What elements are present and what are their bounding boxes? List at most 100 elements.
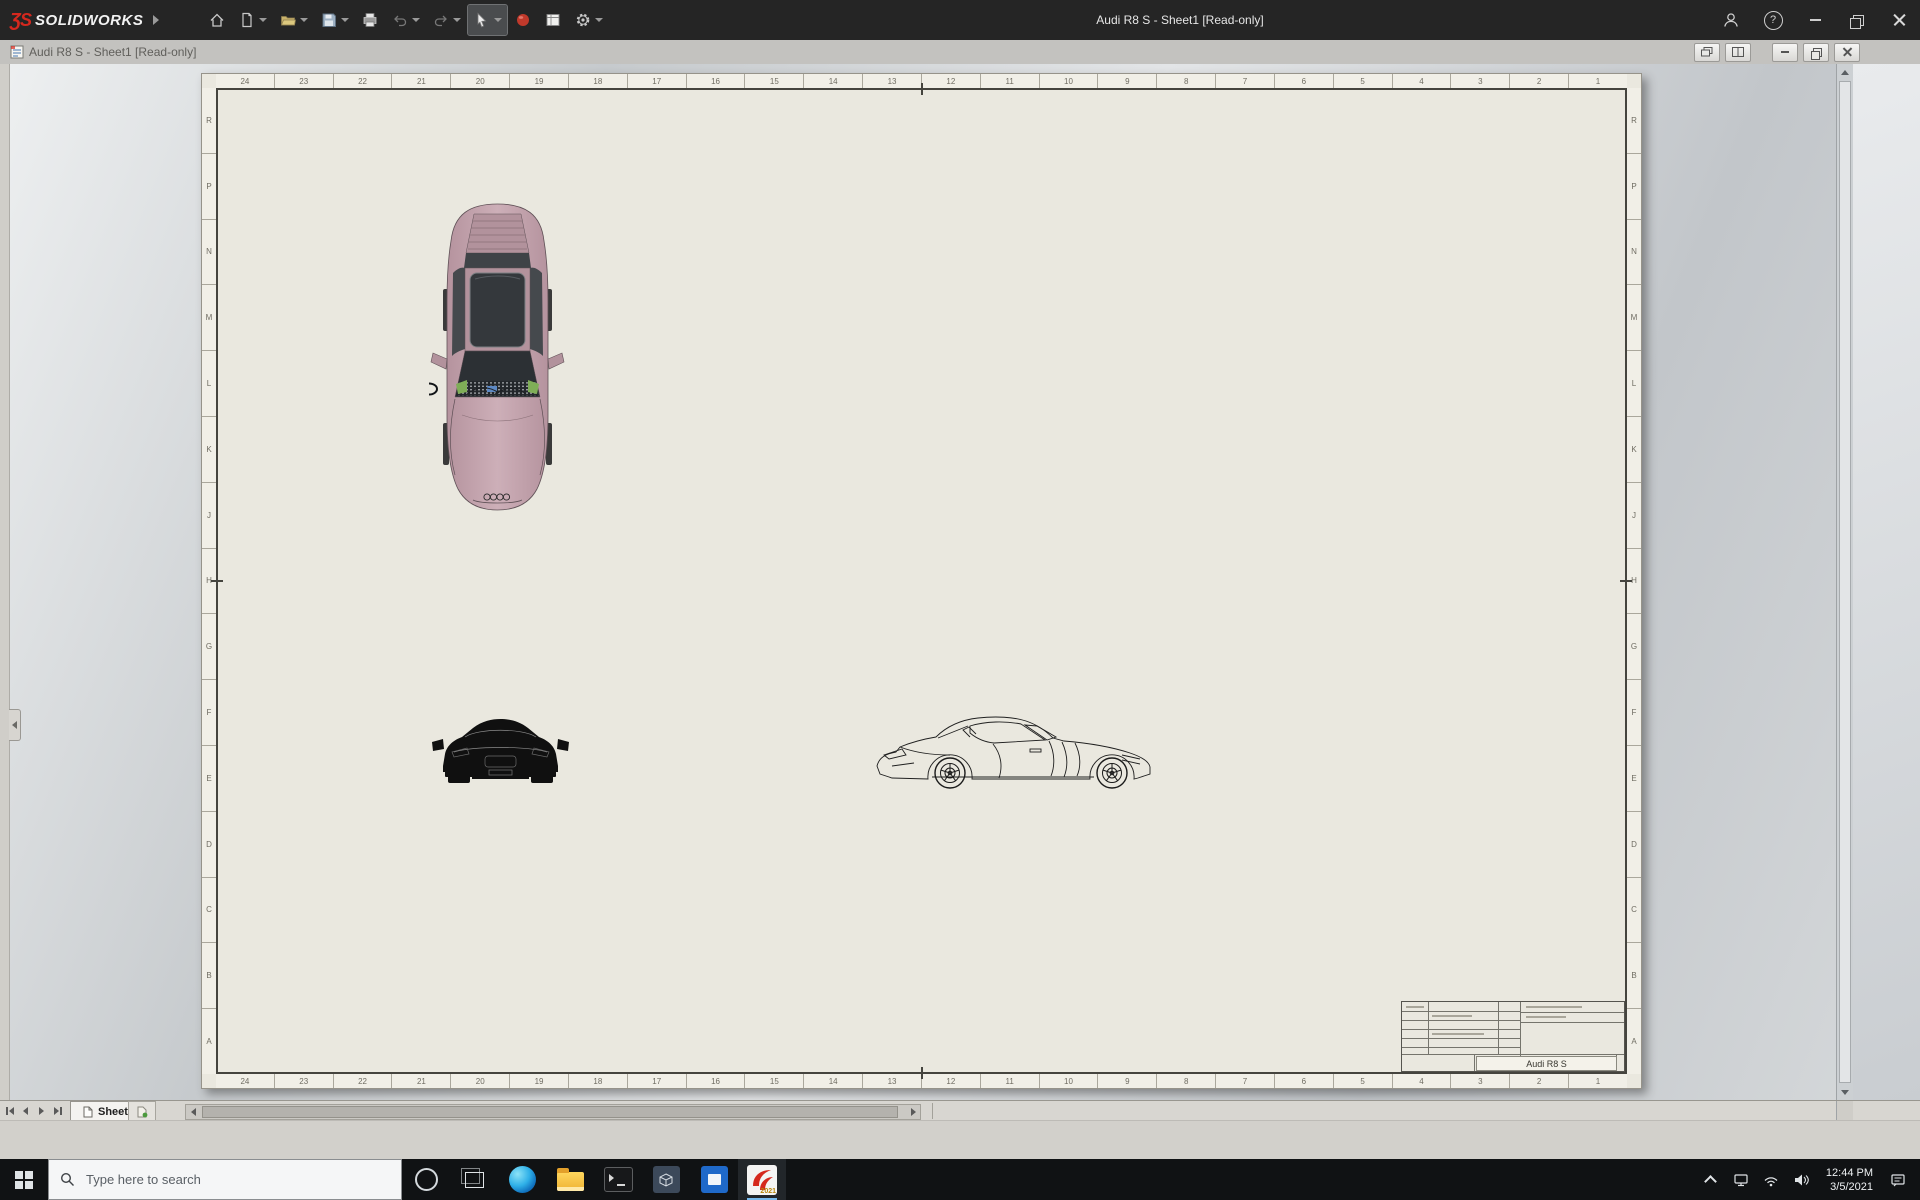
- taskbar-clock[interactable]: 12:44 PM 3/5/2021: [1816, 1166, 1883, 1194]
- help-button[interactable]: ?: [1752, 0, 1794, 40]
- close-button[interactable]: [1878, 0, 1920, 40]
- scroll-down-button[interactable]: [1837, 1084, 1853, 1100]
- title-block[interactable]: Audi R8 S: [1401, 1001, 1625, 1072]
- horizontal-scrollbar-track[interactable]: [200, 1105, 906, 1119]
- horizontal-scrollbar[interactable]: [185, 1104, 921, 1120]
- undo-button[interactable]: [386, 5, 425, 35]
- zone-letter: K: [1627, 415, 1641, 482]
- zone-number: 6: [1273, 1074, 1333, 1088]
- zone-number: 23: [273, 1074, 333, 1088]
- horizontal-scrollbar-thumb[interactable]: [202, 1106, 898, 1118]
- xpress-tools-button[interactable]: [509, 5, 537, 35]
- solidworks-logo: ƷS SOLIDWORKS: [0, 10, 169, 31]
- file-explorer-button[interactable]: [546, 1159, 594, 1200]
- scroll-left-button[interactable]: [186, 1105, 200, 1119]
- zone-number: 16: [685, 74, 745, 88]
- new-window-button[interactable]: [1694, 42, 1720, 62]
- clock-date: 3/5/2021: [1830, 1180, 1873, 1193]
- title-block-line: [1498, 1002, 1499, 1054]
- last-sheet-button[interactable]: [50, 1103, 65, 1119]
- zone-number: 1: [1568, 1074, 1627, 1088]
- window-left-edge: [0, 64, 10, 1100]
- zone-number: 7: [1215, 74, 1274, 88]
- vertical-scrollbar-thumb[interactable]: [1839, 81, 1851, 1083]
- zone-number: 8: [1156, 74, 1215, 88]
- select-tool-button[interactable]: [467, 4, 509, 36]
- zone-letter: J: [202, 481, 216, 548]
- new-document-button[interactable]: [233, 5, 272, 35]
- zone-letter: D: [202, 810, 216, 877]
- solidworks-app-icon: 2021: [747, 1164, 777, 1195]
- account-button[interactable]: [1710, 0, 1752, 40]
- zone-letter: J: [1627, 481, 1641, 548]
- redo-dropdown-icon[interactable]: [453, 18, 462, 22]
- 3d-viewer-button[interactable]: [642, 1159, 690, 1200]
- drawing-view-side[interactable]: [872, 711, 1186, 797]
- previous-sheet-button[interactable]: [18, 1103, 33, 1119]
- volume-button[interactable]: [1786, 1159, 1816, 1200]
- start-button[interactable]: [0, 1159, 48, 1200]
- title-block-line: [1428, 1002, 1429, 1054]
- action-center-button[interactable]: [1883, 1159, 1913, 1200]
- zone-letter: M: [1627, 284, 1641, 350]
- zone-number: 12: [920, 74, 980, 88]
- taskbar-search[interactable]: [48, 1159, 402, 1200]
- cortana-button[interactable]: [402, 1159, 450, 1200]
- minimize-button[interactable]: [1794, 0, 1836, 40]
- first-sheet-button[interactable]: [2, 1103, 17, 1119]
- blue-app-button[interactable]: [690, 1159, 738, 1200]
- zone-letter: B: [202, 942, 216, 1008]
- scroll-right-button[interactable]: [906, 1105, 920, 1119]
- solidworks-logo-mark: ƷS: [10, 9, 32, 30]
- window-title: Audi R8 S - Sheet1 [Read-only]: [1096, 13, 1264, 27]
- search-input[interactable]: [84, 1171, 390, 1188]
- sheet-tab-navigation: [2, 1103, 65, 1119]
- menu-flyout-arrow-icon[interactable]: [153, 15, 160, 25]
- tile-windows-button[interactable]: [1725, 42, 1751, 62]
- options-button[interactable]: [569, 5, 608, 35]
- doc-restore-button[interactable]: [1803, 42, 1829, 62]
- restore-button[interactable]: [1836, 0, 1878, 40]
- doc-close-button[interactable]: [1834, 42, 1860, 62]
- drawing-view-front[interactable]: [432, 709, 569, 799]
- doc-minimize-button[interactable]: [1772, 42, 1798, 62]
- open-button[interactable]: [274, 5, 313, 35]
- solidworks-taskbar-button[interactable]: 2021: [738, 1159, 786, 1200]
- title-block-text-placeholder: [1526, 1016, 1566, 1018]
- network-button[interactable]: [1726, 1159, 1756, 1200]
- graphics-area[interactable]: 24 23 22 21 20 19 18 17 16 15 14 13 12 11 10 9 8 7 6 5 4 3 2 1 …: [0, 64, 1920, 1100]
- vertical-scrollbar[interactable]: [1836, 64, 1853, 1100]
- task-view-button[interactable]: [450, 1159, 498, 1200]
- task-pane-collapsed[interactable]: [1853, 64, 1920, 1100]
- new-document-dropdown-icon[interactable]: [259, 18, 268, 22]
- print-button[interactable]: [356, 5, 384, 35]
- zone-number: 4: [1391, 1074, 1451, 1088]
- wifi-button[interactable]: [1756, 1159, 1786, 1200]
- zone-letter: L: [1627, 350, 1641, 416]
- first-sheet-icon: [8, 1107, 14, 1115]
- next-sheet-button[interactable]: [34, 1103, 49, 1119]
- select-dropdown-icon[interactable]: [494, 18, 503, 22]
- open-dropdown-icon[interactable]: [300, 18, 309, 22]
- undo-dropdown-icon[interactable]: [412, 18, 421, 22]
- zone-letter: D: [1627, 810, 1641, 877]
- home-button[interactable]: [203, 5, 231, 35]
- scroll-up-button[interactable]: [1837, 64, 1853, 80]
- featuremanager-collapsed-tab[interactable]: [9, 709, 21, 741]
- title-block-line: [1474, 1054, 1475, 1071]
- chevron-up-icon: [1704, 1174, 1718, 1188]
- drawing-view-top[interactable]: [429, 201, 566, 513]
- sheet-properties-button[interactable]: [539, 5, 567, 35]
- tray-overflow-button[interactable]: [1696, 1159, 1726, 1200]
- options-dropdown-icon[interactable]: [595, 18, 604, 22]
- terminal-button[interactable]: [594, 1159, 642, 1200]
- redo-button[interactable]: [427, 5, 466, 35]
- zone-letter: B: [1627, 942, 1641, 1008]
- edge-button[interactable]: [498, 1159, 546, 1200]
- add-sheet-button[interactable]: [128, 1101, 156, 1121]
- drawing-sheet[interactable]: 24 23 22 21 20 19 18 17 16 15 14 13 12 11 10 9 8 7 6 5 4 3 2 1 …: [201, 73, 1642, 1089]
- save-dropdown-icon[interactable]: [341, 18, 350, 22]
- title-block-line: [1402, 1020, 1520, 1021]
- save-button[interactable]: [315, 5, 354, 35]
- blue-app-icon: [700, 1166, 728, 1193]
